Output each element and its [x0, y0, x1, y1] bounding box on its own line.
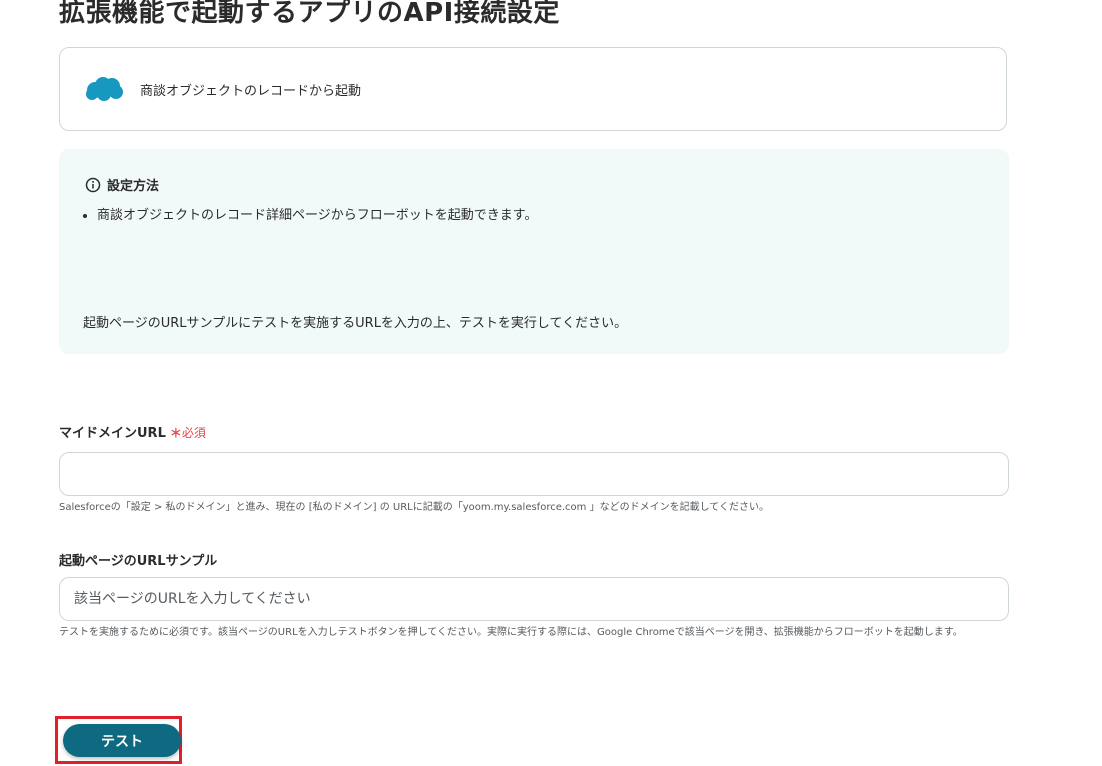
info-footer-text: 起動ページのURLサンプルにテストを実施するURLを入力の上、テストを実行してく… [83, 316, 628, 331]
sample-url-label: 起動ページのURLサンプル [59, 554, 218, 569]
salesforce-logo-icon [84, 75, 124, 103]
domain-url-hint: Salesforceの「設定 > 私のドメイン」と進み、現在の [私のドメイン]… [59, 502, 769, 513]
test-button-highlight: テスト [55, 716, 182, 764]
domain-url-label: マイドメインURL ＊必須 [59, 422, 206, 441]
test-button[interactable]: テスト [63, 724, 181, 757]
sample-url-input[interactable] [59, 577, 1009, 621]
info-title: 設定方法 [107, 179, 160, 194]
info-circle-icon [85, 177, 101, 193]
setup-instructions-box: 設定方法 商談オブジェクトのレコード詳細ページからフローボットを起動できます。 … [59, 149, 1009, 354]
sample-url-hint: テストを実施するために必須です。該当ページのURLを入力しテストボタンを押してく… [59, 627, 963, 638]
trigger-label: 商談オブジェクトのレコードから起動 [140, 83, 362, 99]
trigger-card[interactable]: 商談オブジェクトのレコードから起動 [59, 47, 1007, 131]
api-connection-settings-page: 拡張機能で起動するアプリのAPI接続設定 商談オブジェクトのレコードから起動 設… [0, 0, 1102, 766]
domain-url-input[interactable] [59, 452, 1009, 496]
info-title-row: 設定方法 [85, 175, 159, 194]
domain-url-label-text: マイドメインURL [59, 426, 166, 441]
required-text: 必須 [181, 426, 206, 440]
info-list-item: 商談オブジェクトのレコード詳細ページからフローボットを起動できます。 [97, 204, 537, 223]
required-badge: ＊必須 [170, 426, 206, 440]
page-title: 拡張機能で起動するアプリのAPI接続設定 [59, 0, 560, 28]
required-star-icon: ＊ [169, 426, 182, 440]
info-list: 商談オブジェクトのレコード詳細ページからフローボットを起動できます。 [81, 204, 537, 223]
